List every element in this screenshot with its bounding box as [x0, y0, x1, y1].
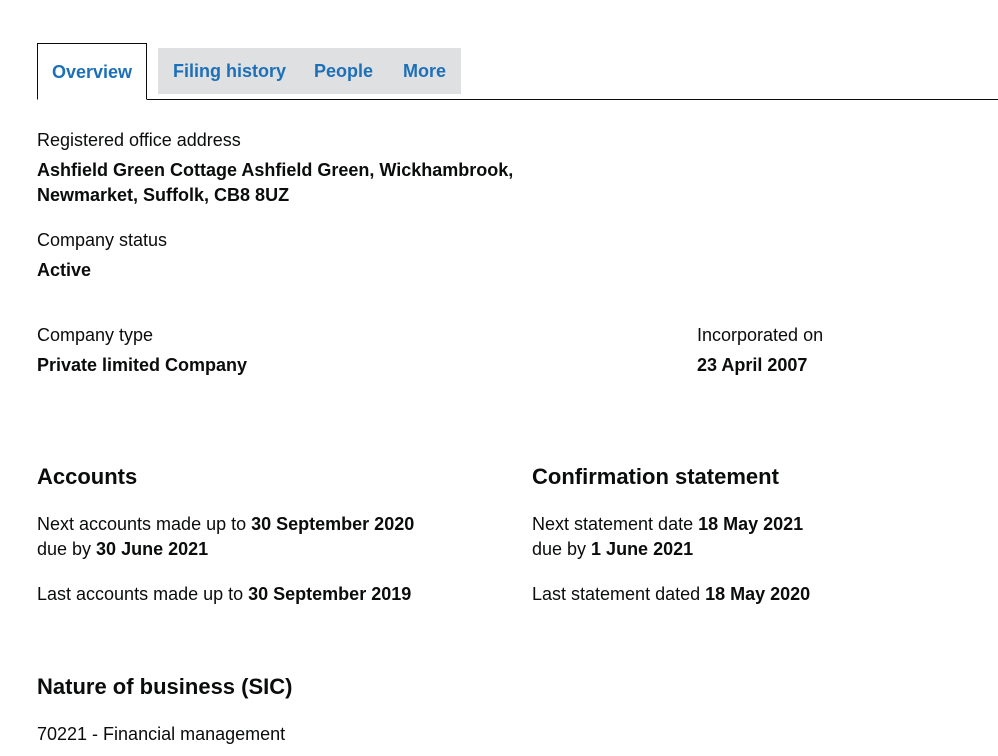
- sic-item: 70221 - Financial management: [37, 724, 286, 744]
- tab-filing-history[interactable]: Filing history: [158, 48, 302, 94]
- accounts-due: due by 30 June 2021: [37, 539, 208, 560]
- company-status-value: Active: [37, 260, 92, 280]
- accounts-last-date: 30 September 2019: [248, 584, 412, 604]
- confirmation-next: Next statement date 18 May 2021: [532, 514, 803, 535]
- registered-office-value: Ashfield Green Cottage Ashfield Green, W…: [37, 158, 513, 208]
- tab-more[interactable]: More: [388, 48, 462, 94]
- incorporated-label: Incorporated on: [697, 325, 824, 345]
- sic-heading: Nature of business (SIC): [37, 674, 293, 699]
- registered-office-label: Registered office address: [37, 130, 241, 150]
- accounts-next-date: 30 September 2020: [251, 514, 415, 534]
- confirmation-next-prefix: Next statement date: [532, 514, 699, 534]
- confirmation-due-prefix: due by: [532, 539, 592, 559]
- accounts-heading: Accounts: [37, 464, 138, 489]
- confirmation-last-prefix: Last statement dated: [532, 584, 706, 604]
- confirmation-heading: Confirmation statement: [532, 464, 779, 489]
- tab-bar: Overview Filing history People More: [0, 43, 998, 100]
- confirmation-last: Last statement dated 18 May 2020: [532, 584, 810, 605]
- registered-office-line2: Newmarket, Suffolk, CB8 8UZ: [37, 185, 290, 205]
- confirmation-due: due by 1 June 2021: [532, 539, 693, 560]
- confirmation-due-date: 1 June 2021: [591, 539, 694, 559]
- accounts-due-date: 30 June 2021: [96, 539, 209, 559]
- accounts-last-prefix: Last accounts made up to: [37, 584, 249, 604]
- incorporated-value: 23 April 2007: [697, 355, 808, 375]
- accounts-next-prefix: Next accounts made up to: [37, 514, 252, 534]
- accounts-due-prefix: due by: [37, 539, 97, 559]
- registered-office-line1: Ashfield Green Cottage Ashfield Green, W…: [37, 160, 514, 180]
- company-status-label: Company status: [37, 230, 168, 250]
- accounts-last: Last accounts made up to 30 September 20…: [37, 584, 411, 605]
- tab-underline: [37, 99, 998, 100]
- accounts-next: Next accounts made up to 30 September 20…: [37, 514, 414, 535]
- tab-overview[interactable]: Overview: [37, 43, 148, 100]
- confirmation-next-date: 18 May 2021: [698, 514, 804, 534]
- company-type-value: Private limited Company: [37, 355, 248, 375]
- tab-people[interactable]: People: [299, 48, 389, 94]
- company-type-label: Company type: [37, 325, 154, 345]
- confirmation-last-date: 18 May 2020: [705, 584, 811, 604]
